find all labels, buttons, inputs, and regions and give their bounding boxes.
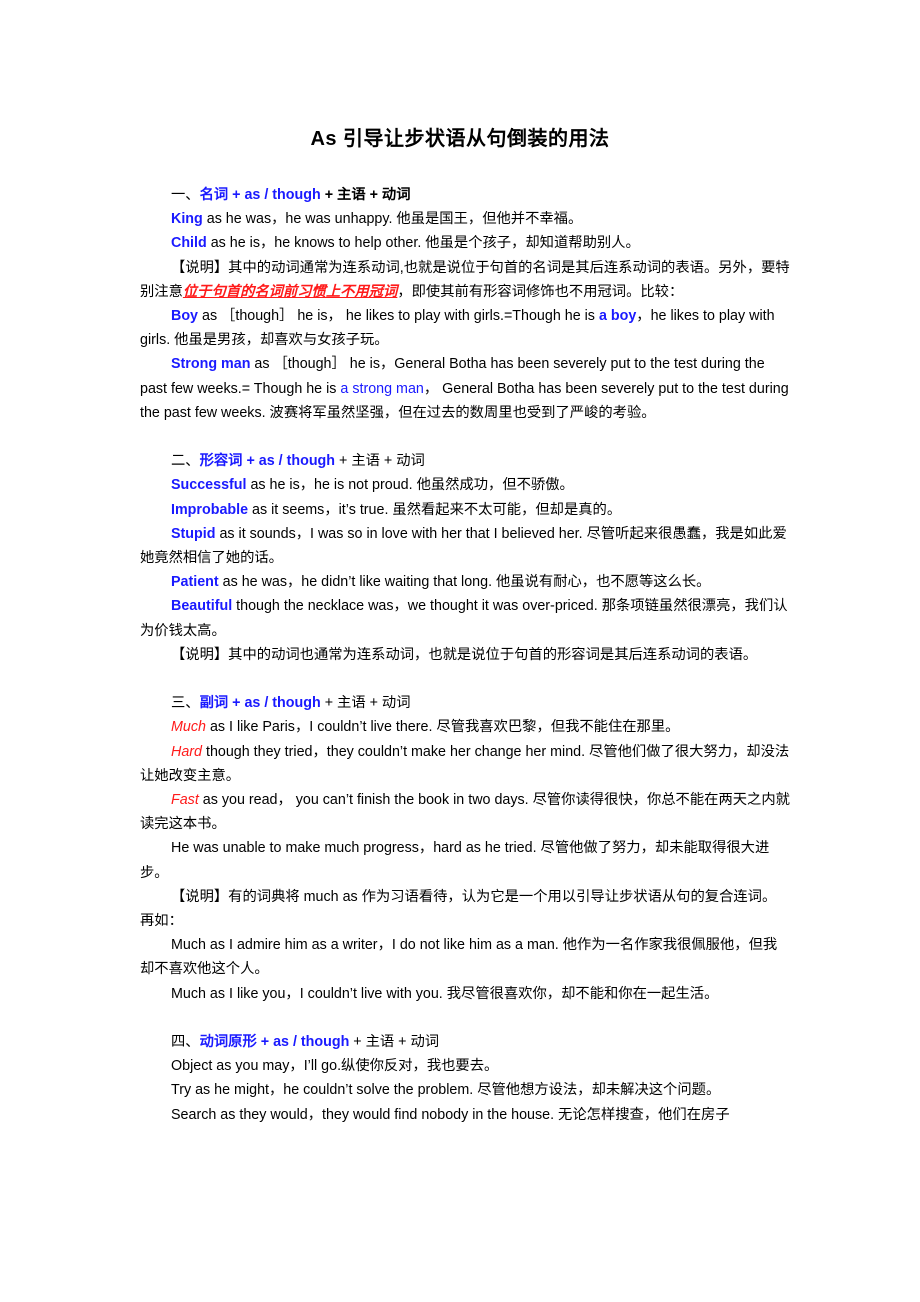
- section-connector: + as / though: [228, 187, 321, 203]
- example-text: as he is，he knows to help other. 他虽是个孩子，…: [206, 235, 640, 252]
- example-lead-word: Patient: [171, 574, 219, 591]
- section-category: 副词: [199, 695, 229, 712]
- example-line: Try as he might，he couldn’t solve the pr…: [171, 1082, 721, 1099]
- section-1-heading: 一、名词 + as / though + 主语 + 动词: [140, 183, 790, 207]
- example-lead-word: Successful: [171, 477, 247, 494]
- comparison-line: Boy as ［though］ he is， he likes to play …: [140, 304, 790, 352]
- comparison-line: Strong man as ［though］ he is，General Bot…: [140, 352, 790, 425]
- example-line: Child as he is，he knows to help other. 他…: [140, 231, 790, 255]
- document-page: As 引导让步状语从句倒装的用法 一、名词 + as / though + 主语…: [0, 0, 920, 1302]
- section-formula: + 主语 + 动词: [349, 1034, 440, 1051]
- section-4-heading: 四、动词原形 + as / though + 主语 + 动词: [140, 1030, 790, 1054]
- example-lead-word: Beautiful: [171, 598, 233, 615]
- example-lead-word: Child: [171, 235, 207, 252]
- example-text: though they tried，they couldn’t make her…: [140, 743, 790, 784]
- example-text: as I like Paris，I couldn’t live there. 尽…: [205, 719, 680, 736]
- example-line: Stupid as it sounds，I was so in love wit…: [140, 522, 790, 570]
- note-highlight: 位于句首的名词前习惯上不用冠词: [182, 283, 398, 300]
- example-lead-word: Boy: [171, 308, 199, 325]
- example-line: Much as I admire him as a writer，I do no…: [140, 937, 778, 978]
- section-category: 形容词: [199, 453, 243, 470]
- example-text: as he was，he was unhappy. 他虽是国王，但他并不幸福。: [202, 211, 583, 228]
- example-line: Much as I like Paris，I couldn’t live the…: [140, 715, 790, 739]
- example-text: as it seems，it’s true. 虽然看起来不太可能，但却是真的。: [248, 501, 622, 518]
- explanation-note: 【说明】其中的动词通常为连系动词,也就是说位于句首的名词是其后连系动词的表语。另…: [140, 256, 790, 304]
- example-lead-word: Strong man: [171, 356, 251, 373]
- example-lead-word: Improbable: [171, 501, 249, 518]
- example-line: Object as you may，I’ll go.纵使你反对，我也要去。: [171, 1058, 499, 1075]
- example-line: He was unable to make much progress，hard…: [140, 840, 770, 881]
- example-line: Improbable as it seems，it’s true. 虽然看起来不…: [140, 498, 790, 522]
- section-number: 二、: [171, 453, 200, 470]
- section-formula: + 主语 + 动词: [335, 453, 425, 470]
- section-category: 动词原形: [199, 1034, 257, 1051]
- example-highlight: a strong man: [340, 380, 424, 397]
- explanation-note: 【说明】有的词典将 much as 作为习语看待，认为它是一个用以引导让步状语从…: [140, 888, 777, 930]
- example-text: as he is，he is not proud. 他虽然成功，但不骄傲。: [246, 477, 574, 494]
- section-number: 四、: [171, 1034, 200, 1051]
- example-line: Beautiful though the necklace was，we tho…: [140, 594, 790, 642]
- example-text: as you read， you can’t finish the book i…: [140, 792, 790, 833]
- explanation-note: 【说明】其中的动词也通常为连系动词，也就是说位于句首的形容词是其后连系动词的表语…: [171, 646, 758, 663]
- example-line: King as he was，he was unhappy. 他虽是国王，但他并…: [140, 207, 790, 231]
- example-text: as ［though］ he is， he likes to play with…: [198, 308, 599, 325]
- example-text: though the necklace was，we thought it wa…: [140, 598, 788, 639]
- example-line: Successful as he is，he is not proud. 他虽然…: [140, 473, 790, 497]
- section-2-heading: 二、形容词 + as / though + 主语 + 动词: [140, 449, 790, 473]
- example-highlight: a boy: [598, 308, 637, 325]
- section-formula: + 主语 + 动词: [320, 695, 411, 712]
- example-line: Search as they would，they would find nob…: [171, 1106, 730, 1123]
- section-3-heading: 三、副词 + as / though + 主语 + 动词: [140, 691, 790, 715]
- section-category: 名词: [199, 187, 229, 203]
- example-line: Patient as he was，he didn’t like waiting…: [140, 570, 790, 594]
- section-connector: + as / though: [228, 695, 321, 712]
- note-text: ，即使其前有形容词修饰也不用冠词。比较：: [397, 283, 684, 300]
- example-line: Much as I like you，I couldn’t live with …: [171, 985, 719, 1002]
- document-body: 一、名词 + as / though + 主语 + 动词 King as he …: [140, 183, 790, 1127]
- section-connector: + as / though: [242, 453, 336, 470]
- section-connector: + as / though: [256, 1034, 350, 1051]
- example-line: Hard though they tried，they couldn’t mak…: [140, 740, 790, 788]
- example-lead-word: Much: [171, 719, 206, 736]
- section-formula: + 主语 + 动词: [320, 187, 411, 203]
- example-lead-word: Stupid: [171, 525, 216, 542]
- example-lead-word: Hard: [171, 743, 202, 760]
- document-title: As 引导让步状语从句倒装的用法: [310, 128, 610, 150]
- example-line: Fast as you read， you can’t finish the b…: [140, 788, 790, 836]
- example-lead-word: Fast: [171, 792, 199, 809]
- section-number: 一、: [171, 187, 200, 203]
- example-text: as he was，he didn’t like waiting that lo…: [218, 574, 711, 591]
- example-lead-word: King: [171, 211, 203, 228]
- section-number: 三、: [171, 695, 200, 712]
- example-text: as it sounds，I was so in love with her t…: [140, 525, 787, 567]
